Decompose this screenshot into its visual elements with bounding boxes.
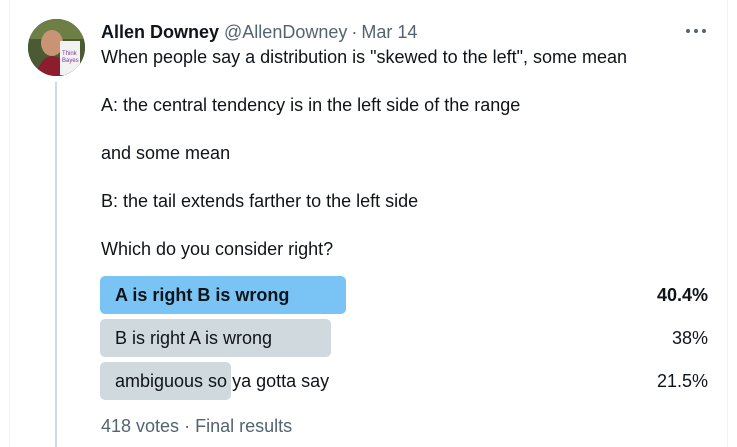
- poll-option-label: B is right A is wrong: [115, 328, 273, 348]
- footer-separator: ·: [184, 416, 191, 436]
- poll-option-label: A is right B is wrong: [115, 285, 290, 305]
- poll-option-b[interactable]: B is right A is wrong 38%: [100, 319, 708, 357]
- poll-option-percent: 21.5%: [656, 371, 708, 391]
- poll-footer: 418 votes · Final results: [101, 416, 292, 437]
- more-options-icon[interactable]: [686, 29, 706, 35]
- thread-line: [55, 82, 57, 447]
- tweet-text-line-4: B: the tail extends farther to the left …: [101, 191, 419, 211]
- book-title-line2: Bayes: [62, 58, 79, 64]
- tweet-text-line-5: Which do you consider right?: [101, 239, 334, 259]
- tweet-text-line-1: When people say a distribution is "skewe…: [101, 47, 628, 67]
- vote-count: 418 votes: [101, 416, 180, 436]
- tweet-header: Allen Downey @AllenDowney · Mar 14: [101, 21, 417, 43]
- author-handle[interactable]: @AllenDowney: [224, 22, 347, 43]
- tweet-date[interactable]: Mar 14: [361, 22, 417, 43]
- author-name[interactable]: Allen Downey: [101, 22, 219, 43]
- book-title-line1: Think: [62, 51, 78, 57]
- poll-option-label: ambiguous so ya gotta say: [115, 371, 330, 391]
- poll-option-percent: 38%: [671, 328, 708, 348]
- poll-option-ambiguous[interactable]: ambiguous so ya gotta say 21.5%: [100, 362, 708, 400]
- poll-option-a[interactable]: A is right B is wrong 40.4%: [100, 276, 708, 314]
- poll-status: Final results: [195, 416, 293, 436]
- tweet-text-line-2: A: the central tendency is in the left s…: [101, 95, 521, 115]
- header-separator: ·: [351, 21, 358, 42]
- tweet-text-line-3: and some mean: [101, 143, 231, 163]
- avatar[interactable]: Think Bayes: [28, 19, 85, 76]
- avatar-image: Think Bayes: [28, 19, 85, 76]
- poll-option-percent: 40.4%: [656, 285, 708, 305]
